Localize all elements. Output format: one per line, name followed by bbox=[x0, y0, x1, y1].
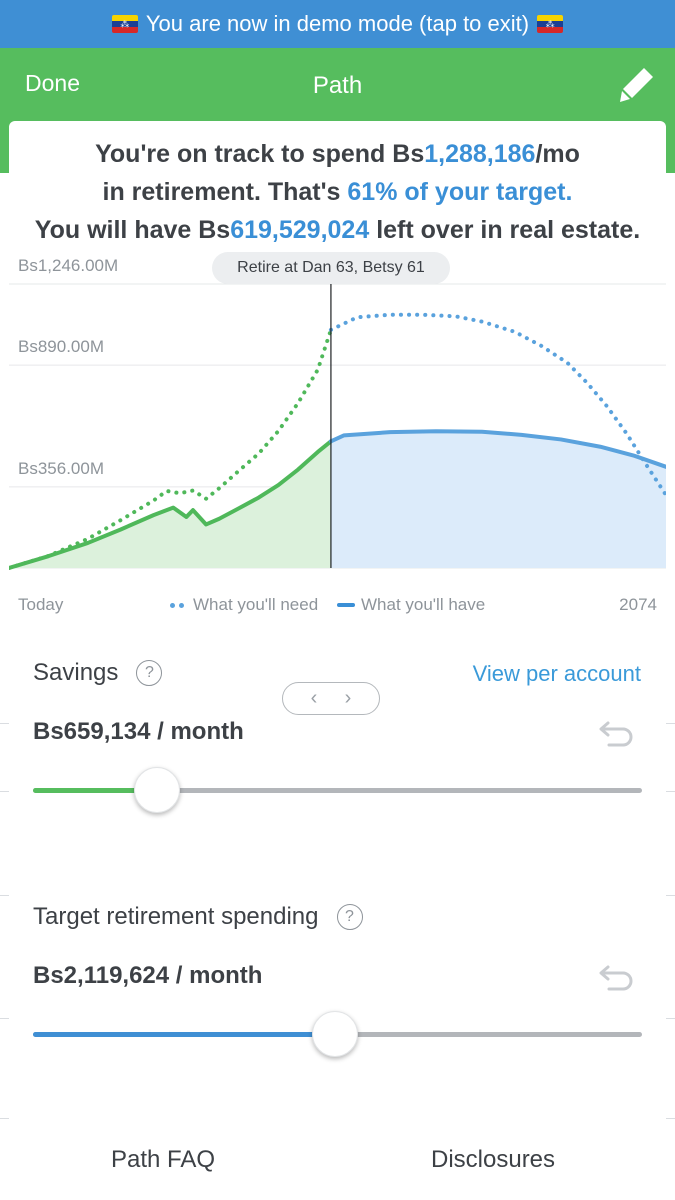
legend-need: What you'll need bbox=[169, 595, 318, 615]
demo-mode-banner[interactable]: You are now in demo mode (tap to exit) bbox=[0, 0, 675, 48]
y-tick-label: Bs356.00M bbox=[18, 458, 104, 478]
legend-have-label: What you'll have bbox=[361, 595, 486, 614]
divider bbox=[0, 1118, 9, 1119]
summary-line-1: You're on track to spend Bs1,288,186/mo bbox=[9, 135, 666, 173]
savings-slider[interactable] bbox=[33, 767, 642, 813]
dotted-line-icon bbox=[169, 602, 187, 608]
venezuela-flag-icon bbox=[111, 15, 138, 33]
background-left bbox=[0, 173, 9, 1200]
chart-legend: Today What you'll need What you'll have … bbox=[9, 595, 666, 617]
demo-mode-text: You are now in demo mode (tap to exit) bbox=[145, 11, 530, 36]
path-chart[interactable]: Bs1,246.00M Bs890.00M Bs356.00M Retire at … bbox=[9, 251, 666, 715]
solid-line-icon bbox=[337, 603, 355, 607]
summary-text: You're on track to spend Bs bbox=[95, 140, 425, 168]
retirement-summary: You're on track to spend Bs1,288,186/mo … bbox=[9, 135, 666, 249]
divider bbox=[0, 1018, 9, 1019]
legend-have: What you'll have bbox=[337, 595, 485, 615]
x-axis-end-label: 2074 bbox=[619, 595, 657, 614]
summary-text: left over in real estate. bbox=[369, 216, 641, 244]
summary-text: You will have Bs bbox=[34, 216, 231, 244]
chevron-left-icon: ‹ bbox=[310, 687, 318, 709]
disclosures-link[interactable]: Disclosures bbox=[431, 1146, 555, 1174]
undo-icon[interactable] bbox=[596, 717, 636, 749]
summary-text: in retirement. That's bbox=[102, 178, 348, 206]
path-card: You're on track to spend Bs1,288,186/mo … bbox=[9, 121, 666, 1200]
summary-line-3: You will have Bs619,529,024 left over in… bbox=[9, 211, 666, 249]
divider bbox=[666, 791, 675, 792]
path-faq-link[interactable]: Path FAQ bbox=[111, 1146, 215, 1174]
divider bbox=[0, 895, 9, 896]
page-title: Path bbox=[312, 72, 363, 99]
divider bbox=[666, 1118, 675, 1119]
background-right bbox=[666, 173, 675, 1200]
target-spending-slider-fill bbox=[33, 1032, 336, 1037]
savings-slider-thumb[interactable] bbox=[134, 767, 181, 813]
target-spending-value: Bs2,119,624 / month bbox=[33, 962, 263, 989]
divider bbox=[666, 723, 675, 724]
monthly-spend-amount: 1,288,186 bbox=[424, 140, 536, 168]
x-axis-start-label: Today bbox=[18, 595, 64, 614]
pencil-icon[interactable] bbox=[617, 64, 657, 104]
real-estate-leftover-amount: 619,529,024 bbox=[230, 216, 370, 244]
chart-canvas bbox=[9, 271, 666, 570]
retire-age-label: Retire at Dan 63, Betsy 61 bbox=[212, 252, 450, 284]
divider bbox=[0, 723, 9, 724]
target-spending-slider[interactable] bbox=[33, 1011, 642, 1057]
divider bbox=[666, 1018, 675, 1019]
savings-title: Savings bbox=[33, 659, 119, 686]
venezuela-flag-icon bbox=[537, 15, 564, 33]
savings-value: Bs659,134 / month bbox=[33, 718, 244, 745]
divider bbox=[0, 791, 9, 792]
help-icon[interactable]: ? bbox=[136, 660, 163, 686]
summary-line-2: in retirement. That's 61% of your target… bbox=[9, 173, 666, 211]
y-tick-label: Bs1,246.00M bbox=[18, 256, 119, 275]
undo-icon[interactable] bbox=[596, 961, 636, 993]
legend-need-label: What you'll need bbox=[193, 595, 319, 614]
view-per-account-link[interactable]: View per account bbox=[473, 661, 641, 687]
target-spending-section-title: Target retirement spending ? bbox=[33, 903, 363, 931]
target-percent: 61% of your target. bbox=[347, 178, 573, 206]
target-spending-title: Target retirement spending bbox=[33, 903, 319, 930]
target-spending-slider-thumb[interactable] bbox=[312, 1011, 359, 1057]
y-tick-label: Bs890.00M bbox=[18, 337, 104, 357]
chevron-right-icon: › bbox=[344, 687, 352, 709]
retirement-scrubber[interactable]: ‹ › bbox=[282, 682, 380, 715]
summary-text: /mo bbox=[535, 140, 580, 168]
divider bbox=[666, 895, 675, 896]
help-icon[interactable]: ? bbox=[336, 904, 363, 930]
savings-section-title: Savings ? bbox=[33, 659, 163, 687]
